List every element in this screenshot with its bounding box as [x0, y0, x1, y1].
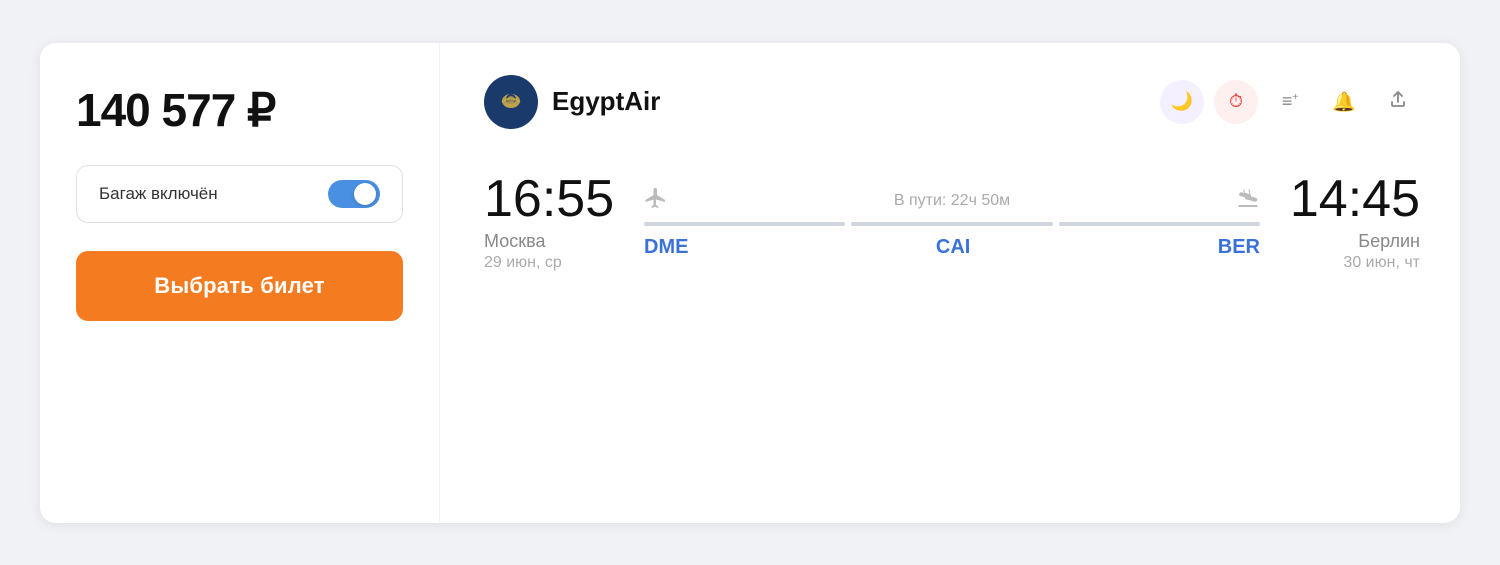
arrival-plane-icon: [1236, 186, 1260, 216]
route-segment-1: [644, 222, 845, 226]
share-button[interactable]: [1376, 80, 1420, 124]
baggage-toggle[interactable]: [328, 180, 380, 208]
flight-route-row: 16:55 Москва 29 июн, ср В пути: 22ч 50м: [484, 173, 1420, 272]
baggage-row: Багаж включён: [76, 165, 403, 223]
departure-time: 16:55: [484, 173, 624, 225]
route-top: В пути: 22ч 50м: [644, 186, 1260, 216]
filter-icon: ≡+: [1282, 91, 1298, 112]
action-icons: 🌙 ⏱ ≡+ 🔔: [1160, 80, 1420, 124]
airport-ber: BER: [1218, 236, 1260, 259]
moon-icon: 🌙: [1171, 91, 1193, 112]
top-bar: EgyptAir 🌙 ⏱ ≡+ 🔔: [484, 75, 1420, 129]
airport-cai: CAI: [936, 236, 970, 259]
departure-info: 16:55 Москва 29 июн, ср: [484, 173, 624, 272]
duration-filter-button[interactable]: ⏱: [1214, 80, 1258, 124]
share-icon: [1388, 89, 1408, 115]
hourglass-icon: ⏱: [1229, 91, 1243, 112]
bell-icon: 🔔: [1332, 90, 1356, 114]
flight-details-panel: EgyptAir 🌙 ⏱ ≡+ 🔔: [440, 43, 1460, 523]
airport-dme: DME: [644, 236, 688, 259]
airports-row: DME CAI BER: [644, 236, 1260, 259]
flight-duration: В пути: 22ч 50м: [678, 192, 1226, 210]
departure-date: 29 июн, ср: [484, 254, 624, 272]
departure-city: Москва: [484, 231, 624, 252]
route-segment-2: [851, 222, 1052, 226]
route-progress-bar: [644, 222, 1260, 226]
filter-button[interactable]: ≡+: [1268, 80, 1312, 124]
arrival-time: 14:45: [1280, 173, 1420, 225]
airline-logo: [484, 75, 538, 129]
notifications-button[interactable]: 🔔: [1322, 80, 1366, 124]
airline-name: EgyptAir: [552, 86, 660, 117]
arrival-city: Берлин: [1280, 231, 1420, 252]
price-panel: 140 577 ₽ Багаж включён Выбрать билет: [40, 43, 440, 523]
baggage-label: Багаж включён: [99, 184, 218, 204]
price-display: 140 577 ₽: [76, 83, 275, 137]
select-ticket-button[interactable]: Выбрать билет: [76, 251, 403, 321]
route-middle: В пути: 22ч 50м DME CAI BER: [624, 186, 1280, 259]
departure-plane-icon: [644, 186, 668, 216]
airline-info: EgyptAir: [484, 75, 660, 129]
arrival-info: 14:45 Берлин 30 июн, чт: [1280, 173, 1420, 272]
flight-card: 140 577 ₽ Багаж включён Выбрать билет: [40, 43, 1460, 523]
arrival-date: 30 июн, чт: [1280, 254, 1420, 272]
night-filter-button[interactable]: 🌙: [1160, 80, 1204, 124]
route-segment-3: [1059, 222, 1260, 226]
